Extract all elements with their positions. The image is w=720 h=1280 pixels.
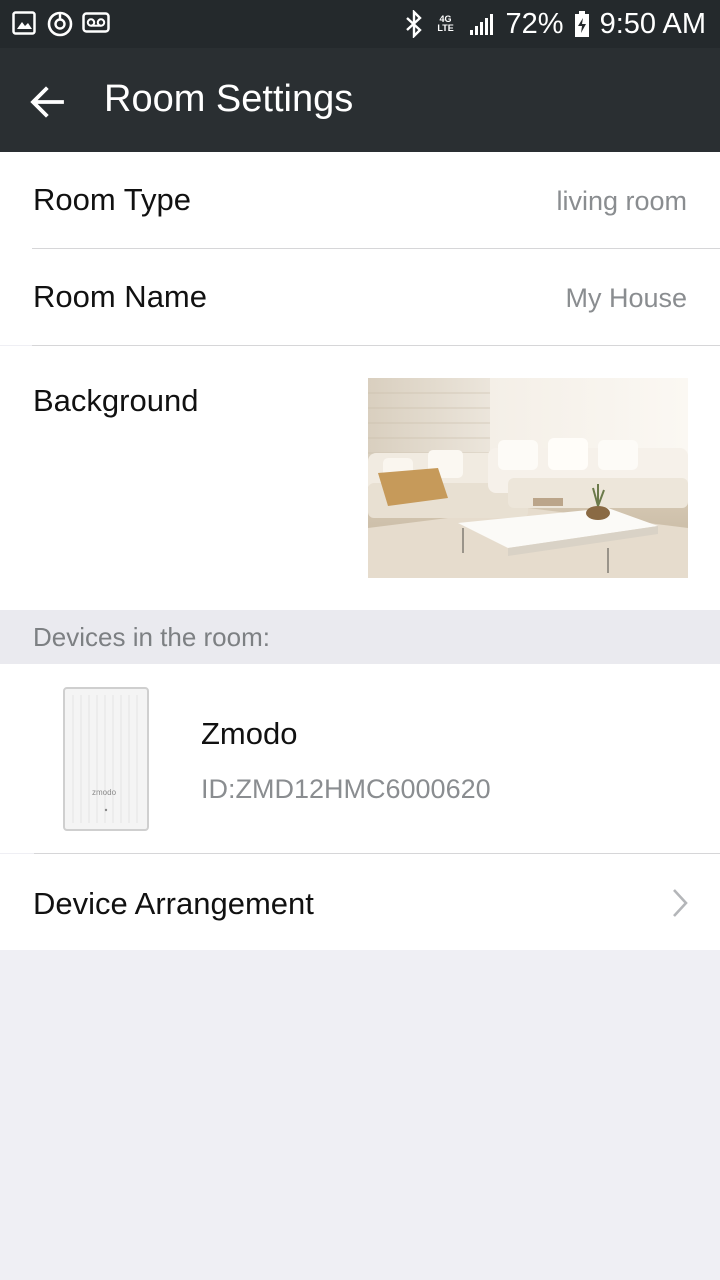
- status-bar: 4G LTE 72% 9:50 AM: [0, 0, 720, 48]
- room-type-row[interactable]: Room Type living room: [0, 152, 720, 249]
- device-arrangement-row[interactable]: Device Arrangement: [0, 854, 720, 950]
- device-row[interactable]: zmodo Zmodo ID:ZMD12HMC6000620: [0, 664, 720, 853]
- battery-percentage: 72%: [505, 7, 564, 40]
- page-title: Room Settings: [104, 78, 354, 120]
- device-name: Zmodo: [201, 716, 298, 751]
- devices-section-title: Devices in the room:: [33, 622, 270, 652]
- zmodo-hub-device-image: [63, 687, 149, 831]
- room-type-label: Room Type: [33, 182, 191, 217]
- device-brand-mark: zmodo: [92, 788, 117, 797]
- bluetooth-icon: [405, 10, 422, 38]
- devices-section-header: Devices in the room:: [0, 610, 720, 664]
- app-bar: Room Settings: [0, 48, 720, 152]
- room-type-value: living room: [556, 186, 687, 216]
- sync-icon: [47, 11, 73, 37]
- battery-charging-icon: [574, 11, 589, 37]
- device-id: ID:ZMD12HMC6000620: [201, 774, 491, 804]
- background-thumbnail[interactable]: [368, 378, 688, 578]
- background-label: Background: [33, 383, 199, 418]
- room-name-row[interactable]: Room Name My House: [0, 249, 720, 345]
- room-name-value: My House: [565, 283, 687, 313]
- room-name-label: Room Name: [33, 279, 207, 314]
- chevron-right-icon: [673, 889, 688, 917]
- living-room-image: [368, 378, 688, 578]
- status-time: 9:50 AM: [599, 7, 706, 40]
- arrow-back-icon: [30, 86, 64, 118]
- network-type-indicator: 4G LTE: [437, 14, 454, 33]
- device-arrangement-label: Device Arrangement: [33, 886, 314, 921]
- voicemail-icon: [82, 12, 110, 33]
- signal-strength-icon: [469, 14, 493, 35]
- gallery-icon: [12, 11, 36, 35]
- back-button[interactable]: [26, 80, 70, 124]
